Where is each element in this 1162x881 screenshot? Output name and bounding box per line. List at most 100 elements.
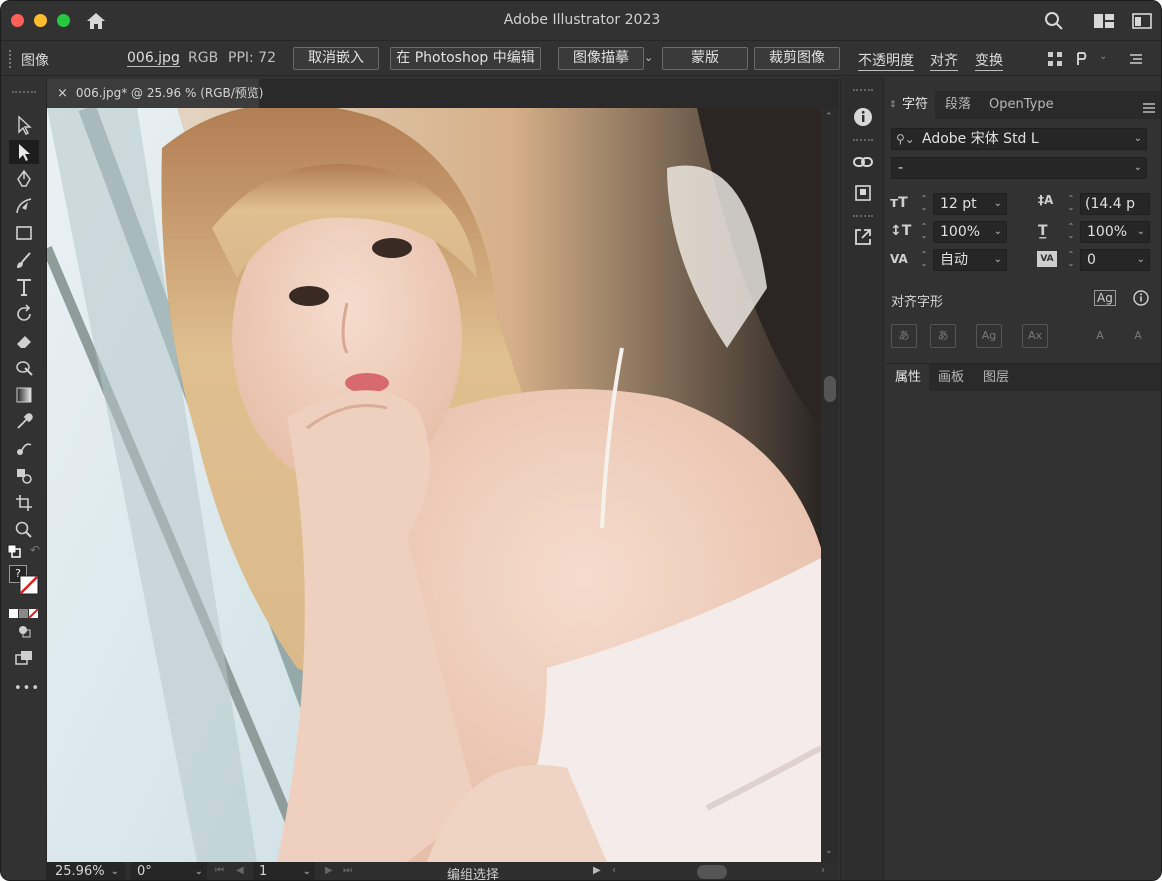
vertical-scale-stepper[interactable]: ⌃ ⌄: [918, 222, 930, 244]
filename-link[interactable]: 006.jpg: [127, 50, 180, 67]
select-similar-icon[interactable]: [1047, 51, 1063, 67]
control-menu-icon[interactable]: [1129, 52, 1143, 66]
leading-field[interactable]: (14.4 p: [1080, 193, 1150, 215]
links-panel-icon[interactable]: [851, 150, 875, 174]
tracking-field[interactable]: 0 ⌄: [1080, 249, 1150, 271]
pen-tool-icon[interactable]: [9, 167, 39, 191]
dock-grip[interactable]: [853, 89, 873, 92]
artboard-dropdown-icon[interactable]: ⌄: [303, 862, 311, 880]
panel-menu-icon[interactable]: [1143, 99, 1155, 113]
tab-artboards[interactable]: 画板: [938, 364, 964, 392]
color-mode-icons[interactable]: [9, 604, 39, 619]
isolate-icon[interactable]: [1075, 51, 1093, 67]
font-family-dropdown-icon[interactable]: ⌄: [1134, 129, 1142, 149]
swap-fill-stroke-icon[interactable]: ↶: [30, 543, 40, 557]
type-tool-icon[interactable]: [9, 275, 39, 299]
align-glyph-bounds-button[interactable]: A: [1087, 324, 1113, 348]
artboard-number-field[interactable]: 1 ⌄: [253, 862, 315, 880]
unembed-button[interactable]: 取消嵌入: [293, 47, 379, 70]
blend-tool-icon[interactable]: [9, 437, 39, 461]
info-panel-icon[interactable]: [851, 105, 875, 129]
symbol-sprayer-tool-icon[interactable]: [9, 464, 39, 488]
close-tab-icon[interactable]: ×: [57, 86, 68, 101]
zoom-tool-icon[interactable]: [9, 518, 39, 542]
gradient-tool-icon[interactable]: [9, 383, 39, 407]
horizontal-scroll-thumb[interactable]: [697, 865, 727, 879]
shape-builder-tool-icon[interactable]: [9, 356, 39, 380]
opacity-link[interactable]: 不透明度: [858, 50, 914, 71]
rotate-tool-icon[interactable]: [9, 302, 39, 326]
direct-selection-tool-icon[interactable]: [9, 140, 39, 164]
image-trace-button[interactable]: 图像描摹: [558, 47, 644, 70]
horizontal-scale-stepper[interactable]: ⌃ ⌄: [1065, 222, 1077, 244]
tracking-stepper[interactable]: ⌃ ⌄: [1065, 250, 1077, 272]
align-x-height-button[interactable]: Ax: [1022, 324, 1048, 348]
font-size-dropdown-icon[interactable]: ⌄: [994, 194, 1002, 214]
align-link[interactable]: 对齐: [930, 50, 958, 71]
zoom-level-field[interactable]: 25.96% ⌄: [47, 862, 125, 880]
transform-link[interactable]: 变换: [975, 50, 1003, 71]
font-size-stepper[interactable]: ⌃ ⌄: [918, 194, 930, 216]
vertical-scale-dropdown-icon[interactable]: ⌄: [994, 222, 1002, 242]
tracking-dropdown-icon[interactable]: ⌄: [1137, 250, 1145, 270]
first-artboard-icon[interactable]: ⏮: [215, 865, 224, 876]
font-family-field[interactable]: ⚲⌄ Adobe 宋体 Std L ⌄: [891, 128, 1147, 150]
eraser-tool-icon[interactable]: [9, 329, 39, 353]
panel-grip[interactable]: [9, 50, 13, 68]
tab-paragraph[interactable]: 段落: [945, 91, 971, 119]
eyedropper-tool-icon[interactable]: [9, 410, 39, 434]
toolbar-grip[interactable]: [12, 91, 36, 94]
mask-button[interactable]: 蒙版: [662, 47, 748, 70]
tab-layers[interactable]: 图层: [983, 364, 1009, 392]
horizontal-scale-dropdown-icon[interactable]: ⌄: [1137, 222, 1145, 242]
image-trace-dropdown-icon[interactable]: ⌄: [644, 51, 653, 64]
arrange-documents-icon[interactable]: [1132, 13, 1152, 29]
canvas-vertical-scrollbar[interactable]: ⌃ ⌄: [821, 108, 839, 862]
edit-in-photoshop-button[interactable]: 在 Photoshop 中编辑: [390, 47, 541, 70]
font-search-icon[interactable]: ⚲⌄: [896, 129, 915, 149]
tab-opentype[interactable]: OpenType: [989, 91, 1054, 119]
dock-grip[interactable]: [853, 215, 873, 218]
tab-properties[interactable]: 属性: [895, 364, 921, 392]
horizontal-scale-field[interactable]: 100% ⌄: [1080, 221, 1150, 243]
vertical-scale-field[interactable]: 100% ⌄: [933, 221, 1007, 243]
rectangle-tool-icon[interactable]: [9, 221, 39, 245]
align-baseline-button[interactable]: Ag: [976, 324, 1002, 348]
align-em-box-center-button[interactable]: あ: [930, 324, 956, 348]
rotation-dropdown-icon[interactable]: ⌄: [195, 862, 203, 880]
placed-image[interactable]: [47, 108, 821, 862]
scroll-thumb[interactable]: [824, 376, 836, 402]
draw-mode-icon[interactable]: [9, 619, 39, 643]
asset-export-icon[interactable]: [851, 181, 875, 205]
panel-collapse-icon[interactable]: ⇕: [889, 91, 897, 119]
font-style-dropdown-icon[interactable]: ⌄: [1134, 158, 1142, 178]
crop-image-button[interactable]: 裁剪图像: [754, 47, 840, 70]
status-menu-icon[interactable]: ▶: [593, 865, 601, 876]
screen-mode-icon[interactable]: [9, 646, 39, 670]
next-artboard-icon[interactable]: ▶: [325, 865, 333, 876]
kerning-field[interactable]: 自动 ⌄: [933, 249, 1007, 271]
font-size-field[interactable]: 12 pt ⌄: [933, 193, 1007, 215]
workspace-switcher-icon[interactable]: [1093, 13, 1115, 29]
last-artboard-icon[interactable]: ⏭: [343, 865, 352, 876]
scroll-up-icon[interactable]: ⌃: [825, 112, 833, 122]
tab-character[interactable]: 字符: [902, 91, 928, 119]
isolate-dropdown-icon[interactable]: ⌄: [1099, 51, 1107, 62]
glyph-icon[interactable]: Ag: [1094, 290, 1116, 306]
document-tab[interactable]: × 006.jpg* @ 25.96 % (RGB/预览): [47, 79, 263, 108]
scroll-left-icon[interactable]: ‹: [612, 865, 616, 876]
rotation-field[interactable]: 0° ⌄: [131, 862, 207, 880]
zoom-dropdown-icon[interactable]: ⌄: [111, 862, 119, 880]
artboard-tool-icon[interactable]: [9, 491, 39, 515]
font-style-field[interactable]: - ⌄: [891, 157, 1147, 179]
curvature-tool-icon[interactable]: [9, 194, 39, 218]
scroll-right-icon[interactable]: ›: [821, 865, 825, 876]
export-panel-icon[interactable]: [851, 225, 875, 249]
previous-artboard-icon[interactable]: ◀: [236, 865, 244, 876]
align-em-box-top-button[interactable]: あ: [891, 324, 917, 348]
align-angular-button[interactable]: A: [1125, 324, 1151, 348]
kerning-dropdown-icon[interactable]: ⌄: [994, 250, 1002, 270]
default-fill-stroke-icon[interactable]: [7, 543, 21, 558]
scroll-down-icon[interactable]: ⌄: [825, 846, 833, 856]
info-icon[interactable]: [1133, 290, 1149, 306]
